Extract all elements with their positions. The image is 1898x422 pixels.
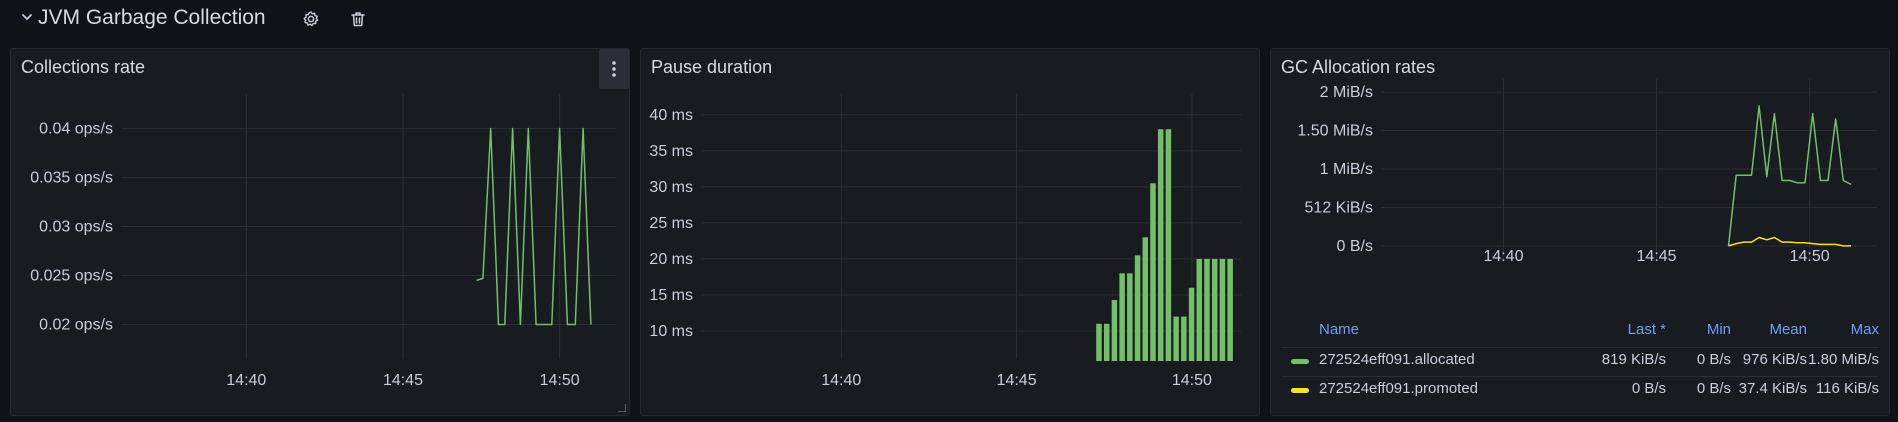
y-tick-label: 512 KiB/s xyxy=(1305,199,1373,216)
resize-handle[interactable] xyxy=(618,404,626,412)
series-line xyxy=(1727,105,1852,246)
x-tick-label: 14:40 xyxy=(1483,248,1523,265)
legend-divider xyxy=(1281,347,1879,348)
panel-pause-duration: Pause duration 10 ms 15 ms 20 ms 25 ms 30 ms… xyxy=(640,48,1260,416)
x-tick-label: 14:50 xyxy=(1790,248,1830,265)
bar xyxy=(1150,183,1156,361)
y-tick-label: 10 ms xyxy=(649,323,693,340)
y-tick-label: 0.04 ops/s xyxy=(39,121,113,138)
legend-max: 116 KiB/s xyxy=(1815,380,1879,397)
series-color-swatch xyxy=(1291,359,1309,364)
legend-header-name[interactable]: Name xyxy=(1319,321,1359,338)
bar xyxy=(1211,258,1218,361)
legend-header-mean[interactable]: Mean xyxy=(1769,321,1807,338)
y-tick-label: 0.035 ops/s xyxy=(30,170,113,187)
bar xyxy=(1134,255,1141,361)
bar xyxy=(1142,237,1149,361)
x-tick-label: 14:45 xyxy=(1637,248,1677,265)
legend-series-name[interactable]: 272524eff091.promoted xyxy=(1319,380,1478,397)
collections-rate-chart: 0.02 ops/s 0.025 ops/s 0.03 ops/s 0.035 ops… xyxy=(30,94,616,389)
x-tick-label: 14:40 xyxy=(821,372,861,389)
x-tick-label: 14:50 xyxy=(540,372,580,389)
legend-mean: 37.4 KiB/s xyxy=(1738,380,1807,397)
legend-series-name[interactable]: 272524eff091.allocated xyxy=(1319,351,1475,368)
y-tick-label: 1 MiB/s xyxy=(1320,161,1373,178)
series-line xyxy=(1728,236,1851,247)
y-tick-label: 0.03 ops/s xyxy=(39,219,113,236)
legend-header-max[interactable]: Max xyxy=(1851,321,1879,338)
legend-max: 1.80 MiB/s xyxy=(1808,351,1879,368)
bar xyxy=(1127,273,1133,361)
y-tick-label: 0.02 ops/s xyxy=(39,317,113,334)
y-tick-label: 25 ms xyxy=(649,215,693,232)
pause-duration-chart: 10 ms 15 ms 20 ms 25 ms 30 ms 35 ms 40 ms 14:40… xyxy=(649,94,1241,389)
bar xyxy=(1227,258,1233,361)
legend-mean: 976 KiB/s xyxy=(1742,351,1807,368)
y-tick-label: 2 MiB/s xyxy=(1320,84,1373,101)
panel-collections-rate: Collections rate 0.02 ops/s 0.025 ops/s 0.… xyxy=(10,48,630,416)
bar xyxy=(1181,316,1187,361)
y-tick-label: 1.50 MiB/s xyxy=(1297,123,1373,140)
legend-last: 0 B/s xyxy=(1631,380,1666,397)
legend-min: 0 B/s xyxy=(1696,380,1731,397)
legend-header-min[interactable]: Min xyxy=(1707,321,1731,338)
bar xyxy=(1103,323,1110,361)
gear-icon[interactable] xyxy=(302,10,320,28)
row-title[interactable]: JVM Garbage Collection xyxy=(38,6,266,30)
bar xyxy=(1219,258,1226,361)
row-header: JVM Garbage Collection xyxy=(0,0,1898,38)
bar xyxy=(1173,316,1179,361)
y-tick-label: 0 B/s xyxy=(1337,238,1373,255)
bar xyxy=(1111,300,1118,361)
bar xyxy=(1119,273,1125,361)
y-tick-label: 30 ms xyxy=(649,179,693,196)
y-tick-label: 15 ms xyxy=(649,287,693,304)
chevron-down-icon[interactable] xyxy=(20,10,34,24)
bar xyxy=(1204,258,1210,361)
x-tick-label: 14:40 xyxy=(226,372,266,389)
bar xyxy=(1157,129,1164,361)
series-color-swatch xyxy=(1291,388,1309,393)
y-tick-label: 0.025 ops/s xyxy=(30,268,113,285)
y-tick-label: 20 ms xyxy=(649,251,693,268)
x-tick-label: 14:45 xyxy=(383,372,423,389)
bar xyxy=(1196,258,1203,361)
bar xyxy=(1165,129,1172,361)
bar xyxy=(1096,323,1102,361)
legend-header-last[interactable]: Last * xyxy=(1628,321,1666,338)
y-tick-label: 40 ms xyxy=(649,107,693,124)
legend-divider xyxy=(1281,376,1879,377)
legend-min: 0 B/s xyxy=(1696,351,1731,368)
legend-last: 819 KiB/s xyxy=(1601,351,1666,368)
x-tick-label: 14:45 xyxy=(997,372,1037,389)
y-tick-label: 35 ms xyxy=(649,143,693,160)
bar xyxy=(1188,287,1195,361)
trash-icon[interactable] xyxy=(349,10,367,28)
gc-allocation-chart: 0 B/s 512 KiB/s 1 MiB/s 1.50 MiB/s 2 MiB/s 14… xyxy=(1297,79,1877,265)
x-tick-label: 14:50 xyxy=(1172,372,1212,389)
panel-gc-allocation-rates: GC Allocation rates 0 B/s 512 KiB/s 1 MiB/… xyxy=(1270,48,1890,416)
